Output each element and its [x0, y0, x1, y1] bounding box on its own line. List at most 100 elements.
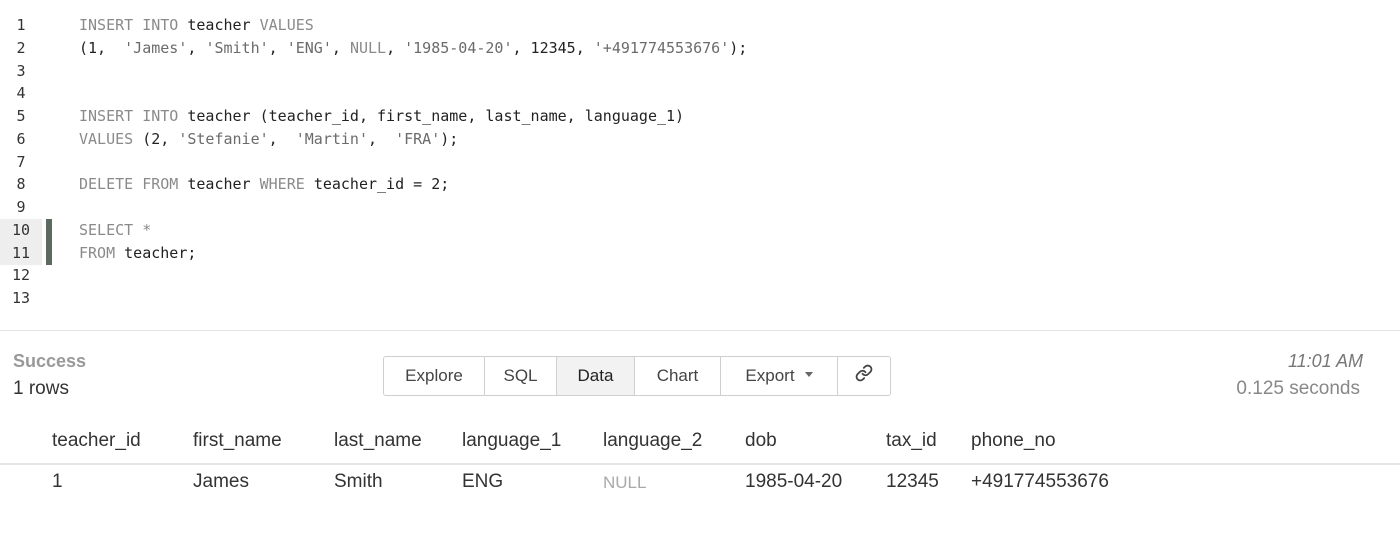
line-number: 9 — [16, 198, 26, 216]
code-line[interactable]: 8 DELETE FROM teacher WHERE teacher_id = … — [0, 173, 1400, 196]
table-cell-tax-id: 12345 — [886, 471, 939, 492]
column-header-phone-no[interactable]: phone_no — [971, 430, 1056, 452]
sql-identifier: , — [268, 38, 287, 57]
sql-keyword: NULL — [349, 38, 387, 57]
sql-identifier: ); — [729, 38, 748, 57]
sql-string: 'FRA' — [395, 129, 441, 148]
column-header-teacher-id[interactable]: teacher_id — [52, 430, 141, 452]
line-number: 12 — [11, 266, 31, 285]
sql-editor[interactable]: 1 INSERT INTO teacher VALUES 2 (1, 'James',… — [0, 0, 1400, 330]
table-cell-last-name: Smith — [334, 471, 383, 492]
sql-identifier: , — [268, 129, 296, 148]
table-cell-phone-no: +491774553676 — [971, 471, 1109, 492]
run-time: 11:01 AM — [1287, 351, 1363, 371]
sql-keyword: WHERE — [259, 175, 314, 194]
chevron-down-icon — [804, 372, 813, 378]
line-number: 7 — [16, 152, 26, 171]
line-number: 2 — [16, 38, 26, 57]
line-number: 11 — [0, 241, 42, 265]
code-text: SELECT * — [79, 219, 151, 242]
export-label: Export — [745, 366, 795, 385]
sql-identifier: teacher (teacher_id, first_name, last_na… — [187, 107, 685, 125]
sql-string: '1985-04-20' — [404, 38, 513, 57]
tab-data[interactable]: Data — [557, 357, 635, 395]
sql-string: '+491774553676' — [593, 38, 730, 57]
code-line[interactable]: 1 INSERT INTO teacher VALUES — [0, 14, 1400, 37]
tab-chart[interactable]: Chart — [635, 357, 721, 395]
sql-identifier: teacher — [187, 16, 260, 34]
link-icon — [855, 358, 873, 395]
sql-identifier: teacher; — [124, 243, 197, 262]
column-header-tax-id[interactable]: tax_id — [886, 430, 937, 452]
copy-link-button[interactable] — [838, 357, 890, 395]
sql-keyword: FROM — [79, 243, 125, 262]
code-text: INSERT INTO teacher (teacher_id, first_n… — [79, 105, 684, 128]
line-number: 8 — [16, 175, 26, 194]
sql-identifier: teacher_id = 2; — [313, 175, 450, 194]
sql-identifier: ); — [440, 129, 459, 148]
sql-string: 'Stefanie' — [178, 129, 269, 148]
sql-identifier: , — [331, 38, 350, 57]
line-number: 5 — [16, 107, 26, 125]
active-statement-marker — [46, 218, 52, 242]
table-cell-teacher-id: 1 — [52, 471, 63, 492]
code-line[interactable]: 2 (1, 'James', 'Smith', 'ENG', NULL, '198… — [0, 37, 1400, 60]
table-cell-language-1: ENG — [462, 471, 504, 492]
code-line[interactable]: 13 — [0, 287, 1400, 310]
code-text: (1, 'James', 'Smith', 'ENG', NULL, '1985… — [79, 37, 747, 60]
sql-keyword: INSERT INTO — [79, 16, 188, 34]
tab-sql[interactable]: SQL — [485, 357, 557, 395]
code-text: FROM teacher; — [79, 242, 196, 265]
sql-string: 'Smith' — [205, 38, 269, 57]
code-line[interactable]: 6 VALUES (2, 'Stefanie', 'Martin', 'FRA')… — [0, 128, 1400, 151]
sql-string: 'Martin' — [295, 129, 368, 148]
sql-identifier: , 12345, — [512, 38, 594, 57]
panel-divider[interactable] — [0, 330, 1400, 331]
column-header-language-1[interactable]: language_1 — [462, 430, 561, 452]
table-cell-first-name: James — [193, 471, 249, 492]
code-text: DELETE FROM teacher WHERE teacher_id = 2… — [79, 173, 449, 196]
sql-keyword: VALUES — [259, 16, 314, 34]
sql-identifier: , — [187, 38, 206, 57]
sql-keyword: DELETE FROM — [79, 175, 188, 194]
sql-keyword: INSERT INTO — [79, 107, 188, 125]
column-header-first-name[interactable]: first_name — [193, 430, 282, 452]
line-number: 10 — [0, 218, 42, 242]
sql-string: 'ENG' — [286, 38, 332, 57]
table-cell-dob: 1985-04-20 — [745, 471, 843, 492]
table-cell-language-2: NULL — [603, 473, 647, 492]
sql-identifier: teacher — [187, 175, 260, 194]
column-header-last-name[interactable]: last_name — [334, 430, 422, 452]
line-number: 1 — [16, 16, 26, 34]
row-count: 1 rows — [13, 378, 69, 399]
code-line[interactable]: 10 SELECT * — [0, 218, 1400, 242]
line-number: 6 — [16, 129, 26, 148]
code-text: VALUES (2, 'Stefanie', 'Martin', 'FRA'); — [79, 128, 458, 151]
column-header-dob[interactable]: dob — [745, 430, 777, 452]
status-title: Success — [13, 351, 87, 371]
table-row[interactable]: 1 James Smith ENG NULL 1985-04-20 12345 +491774… — [0, 465, 1400, 501]
code-line[interactable]: 5 INSERT INTO teacher (teacher_id, first_… — [0, 105, 1400, 128]
line-number: 13 — [11, 289, 31, 307]
code-line[interactable]: 4 — [0, 82, 1400, 105]
code-text: INSERT INTO teacher VALUES — [79, 14, 314, 37]
tab-explore[interactable]: Explore — [384, 357, 485, 395]
sql-identifier: , — [386, 38, 405, 57]
sql-keyword: SELECT * — [79, 220, 152, 239]
sql-string: 'James' — [124, 38, 188, 57]
line-number: 4 — [16, 84, 26, 103]
code-line[interactable]: 11 FROM teacher; — [0, 241, 1400, 265]
result-view-toolbar: Explore SQL Data Chart Export — [383, 356, 891, 396]
sql-identifier: , — [368, 129, 396, 148]
code-line[interactable]: 7 — [0, 151, 1400, 174]
sql-keyword: VALUES — [79, 129, 143, 148]
code-line[interactable]: 12 — [0, 264, 1400, 287]
results-table-header: teacher_id first_name last_name language_1 l… — [0, 420, 1400, 464]
sql-identifier: (1, — [79, 38, 125, 57]
run-duration: 0.125 seconds — [1236, 378, 1360, 399]
code-line[interactable]: 9 — [0, 196, 1400, 219]
column-header-language-2[interactable]: language_2 — [603, 430, 702, 452]
code-line[interactable]: 3 — [0, 60, 1400, 83]
export-dropdown-button[interactable]: Export — [721, 357, 838, 395]
line-number: 3 — [16, 61, 26, 80]
